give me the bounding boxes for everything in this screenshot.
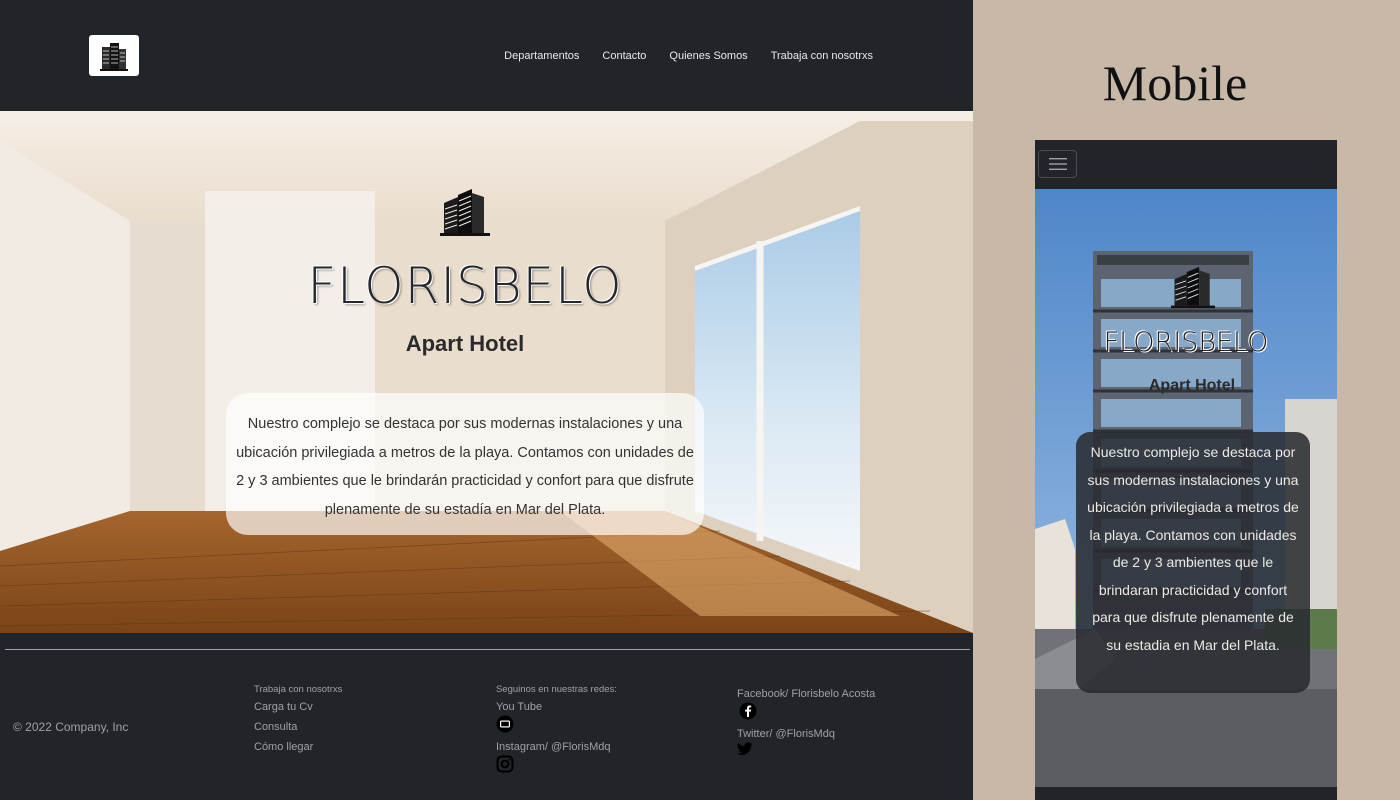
instagram-icon[interactable] (496, 755, 514, 773)
navbar-logo[interactable] (89, 35, 139, 76)
mobile-label: Mobile (1102, 55, 1248, 111)
navbar-toggler-button[interactable] (1038, 150, 1077, 178)
mobile-navbar (1035, 140, 1337, 189)
hamburger-menu-icon (1048, 158, 1067, 170)
navbar-menu: Departamentos Contacto Quienes Somos Tra… (504, 50, 873, 62)
mobile-preview: FLORISBELO Apart Hotel Nuestro complejo … (1035, 140, 1337, 800)
footer-link-instagram[interactable]: Instagram/ @FlorisMdq (496, 741, 617, 753)
footer-divider (5, 649, 970, 650)
mobile-hero: FLORISBELO Apart Hotel Nuestro complejo … (1035, 189, 1337, 787)
facebook-icon[interactable] (739, 702, 757, 720)
nav-link-trabaja[interactable]: Trabaja con nosotrxs (771, 50, 873, 62)
footer-link-twitter[interactable]: Twitter/ @FlorisMdq (737, 728, 875, 740)
desktop-hero: FLORISBELO Apart Hotel Nuestro complejo … (0, 111, 973, 633)
mobile-hero-title: FLORISBELO (1103, 327, 1269, 358)
footer-link-como-llegar[interactable]: Cómo llegar (254, 741, 342, 753)
desktop-preview: Departamentos Contacto Quienes Somos Tra… (0, 0, 973, 800)
footer-link-youtube[interactable]: You Tube (496, 701, 617, 713)
desktop-footer: © 2022 Company, Inc Trabaja con nosotrxs… (0, 633, 973, 800)
hero-content: FLORISBELO Apart Hotel Nuestro complejo … (0, 111, 973, 633)
building-icon (1171, 266, 1215, 309)
building-logo-icon (100, 42, 128, 71)
desktop-navbar: Departamentos Contacto Quienes Somos Tra… (0, 0, 973, 111)
footer-link-facebook[interactable]: Facebook/ Florisbelo Acosta (737, 688, 875, 700)
copyright-text: © 2022 Company, Inc (13, 720, 129, 734)
mobile-hero-description: Nuestro complejo se destaca por sus mode… (1076, 432, 1310, 693)
hero-subtitle: Apart Hotel (405, 331, 525, 356)
footer-heading: Trabaja con nosotrxs (254, 684, 343, 695)
hero-description: Nuestro complejo se destaca por sus mode… (226, 393, 704, 535)
mobile-footer-edge (1035, 787, 1337, 800)
footer-heading-redes: Seguinos en nuestras redes: (496, 684, 617, 695)
hero-title: FLORISBELO (307, 257, 623, 315)
footer-column-trabaja: Trabaja con nosotrxs Carga tu Cv Consult… (254, 684, 342, 761)
twitter-icon[interactable] (737, 742, 753, 756)
mobile-hero-subtitle: Apart Hotel (1148, 377, 1236, 394)
footer-link-consulta[interactable]: Consulta (254, 721, 342, 733)
footer-column-social: Facebook/ Florisbelo Acosta Twitter/ @Fl… (737, 688, 875, 764)
nav-link-quienes-somos[interactable]: Quienes Somos (669, 50, 747, 62)
nav-link-contacto[interactable]: Contacto (602, 50, 646, 62)
footer-link-carga-cv[interactable]: Carga tu Cv (254, 701, 342, 713)
building-icon (440, 189, 490, 236)
nav-link-departamentos[interactable]: Departamentos (504, 50, 579, 62)
footer-column-redes: Seguinos en nuestras redes: You Tube Ins… (496, 684, 617, 781)
youtube-icon[interactable] (496, 715, 514, 733)
